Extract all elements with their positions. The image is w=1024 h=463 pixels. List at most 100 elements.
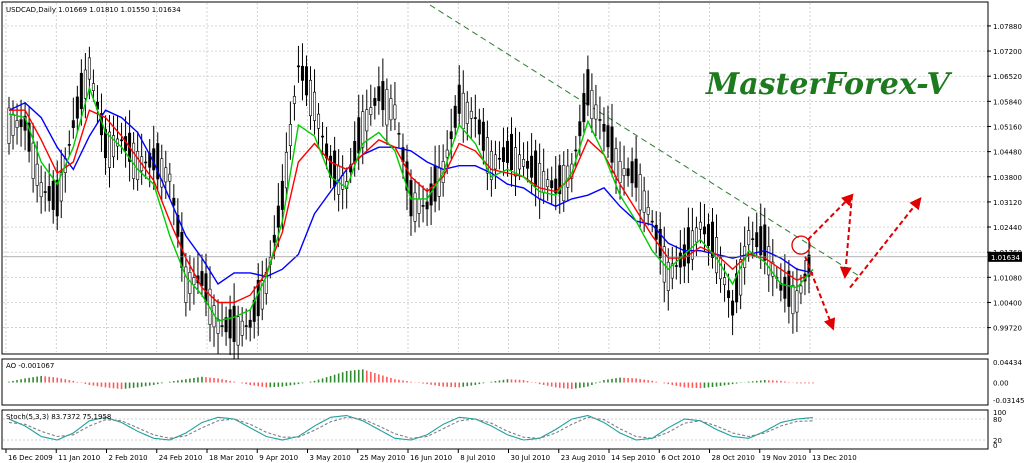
candle-body [296,65,300,68]
y-tick-label: 1.07200 [993,48,1022,56]
x-tick-label: 14 Sep 2010 [611,454,655,462]
candle-body [39,182,43,198]
candle-body [453,105,457,128]
candle-body [574,149,578,152]
candle-body [55,180,59,217]
y-tick-label: 1.04480 [993,149,1022,157]
candle-body [727,290,731,299]
candle-body [630,161,634,184]
candle-body [425,201,429,210]
y-tick-label: 1.06520 [993,73,1022,81]
candle-body [51,180,55,210]
candle-body [236,316,240,346]
candle-body [666,261,670,291]
candle-body [168,173,172,182]
candle-body [417,198,421,214]
candle-body [220,325,224,327]
y-tick-label: 1.03120 [993,199,1022,207]
x-tick-label: 18 Mar 2010 [209,454,253,462]
candle-body [381,81,385,111]
candle-body [795,290,799,313]
candle-body [799,285,803,294]
candle-body [308,79,312,117]
ao-axis: 0.04434 0.00 -0.03145 [993,359,1024,405]
candle-body [534,150,538,187]
x-tick-label: 8 Jul 2010 [460,454,495,462]
candle-body [493,154,497,170]
candle-body [469,110,473,119]
candle-body [646,207,650,215]
candle-body [365,109,369,132]
candle-body [594,104,598,120]
ao-tick-label: -0.03145 [993,397,1024,405]
candle-body [120,139,124,142]
candle-body [228,309,232,339]
candle-body [304,66,308,96]
candle-body [313,91,317,121]
candle-body [526,160,530,169]
candle-body [244,325,248,327]
candle-body [321,135,325,138]
x-tick-label: 28 Oct 2010 [712,454,755,462]
candle-body [200,271,204,286]
candle-body [473,117,477,119]
candle-body [783,276,787,299]
candle-body [71,120,75,128]
candle-body [690,230,694,260]
candle-body [132,142,136,179]
candle-body [791,285,795,315]
candle-body [445,149,449,158]
candle-body [421,205,425,207]
candle-body [288,124,292,147]
stoch-tick-label: 80 [993,416,1002,424]
candle-body [465,101,469,124]
x-tick-label: 11 Jan 2010 [58,454,100,462]
candle-body [87,57,91,80]
candle-body [75,96,79,119]
candle-body [586,69,590,106]
candle-body [357,117,361,154]
candle-body [385,89,389,126]
stoch-tick-label: 0 [993,442,997,450]
candle-body [518,154,522,170]
candle-body [578,121,582,137]
candle-body [694,227,698,243]
candle-body [634,158,638,188]
candle-body [248,319,252,328]
current-price-label: 1.01634 [991,254,1020,262]
y-tick-label: 1.01080 [993,274,1022,282]
candle-body [184,266,188,303]
candle-body [232,305,236,342]
candle-body [550,180,554,189]
candle-body [172,197,176,206]
candle-body [538,163,542,200]
candle-body [650,220,654,223]
candle-body [79,72,83,110]
ao-tick-label: 0.04434 [993,359,1022,367]
candle-body [497,157,501,160]
candle-body [678,252,682,268]
candle-body [35,163,39,186]
x-tick-label: 24 Feb 2010 [159,454,203,462]
x-tick-label: 23 Aug 2010 [561,454,606,462]
candle-body [333,150,337,187]
candle-body [622,168,626,176]
y-tick-label: 1.00400 [993,299,1022,307]
candle-body [276,205,280,228]
candle-body [240,320,244,336]
candle-body [719,257,723,280]
candle-body [626,168,630,177]
y-tick-label: 0.99720 [993,325,1022,333]
candle-body [763,224,767,261]
candle-body [292,96,296,104]
candle-body [514,147,518,177]
stoch-label: Stoch(5,3,3) 83.7372 75.1958 [6,413,111,421]
y-tick-label: 1.05160 [993,123,1022,131]
candle-body [638,174,642,211]
candle-body [702,226,706,235]
candle-body [397,133,401,135]
ao-tick-label: 0.00 [993,380,1009,388]
candle-body [686,227,690,264]
x-tick-label: 2 Feb 2010 [109,454,148,462]
trading-chart[interactable]: 1.07880 1.07200 1.06520 1.05840 1.05160 1.044… [0,0,1024,463]
